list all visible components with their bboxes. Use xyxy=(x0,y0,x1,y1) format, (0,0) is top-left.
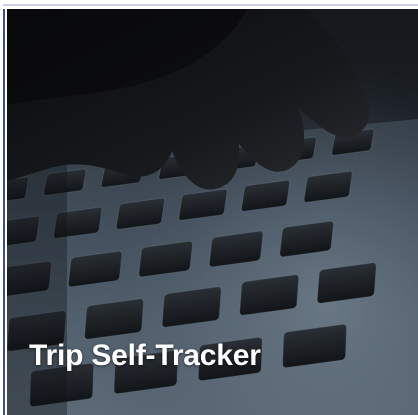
tile-top-border xyxy=(0,0,418,9)
trip-self-tracker-tile[interactable]: Trip Self-Tracker xyxy=(0,0,418,415)
tile-title: Trip Self-Tracker xyxy=(29,339,261,372)
tile-left-border xyxy=(0,9,7,415)
